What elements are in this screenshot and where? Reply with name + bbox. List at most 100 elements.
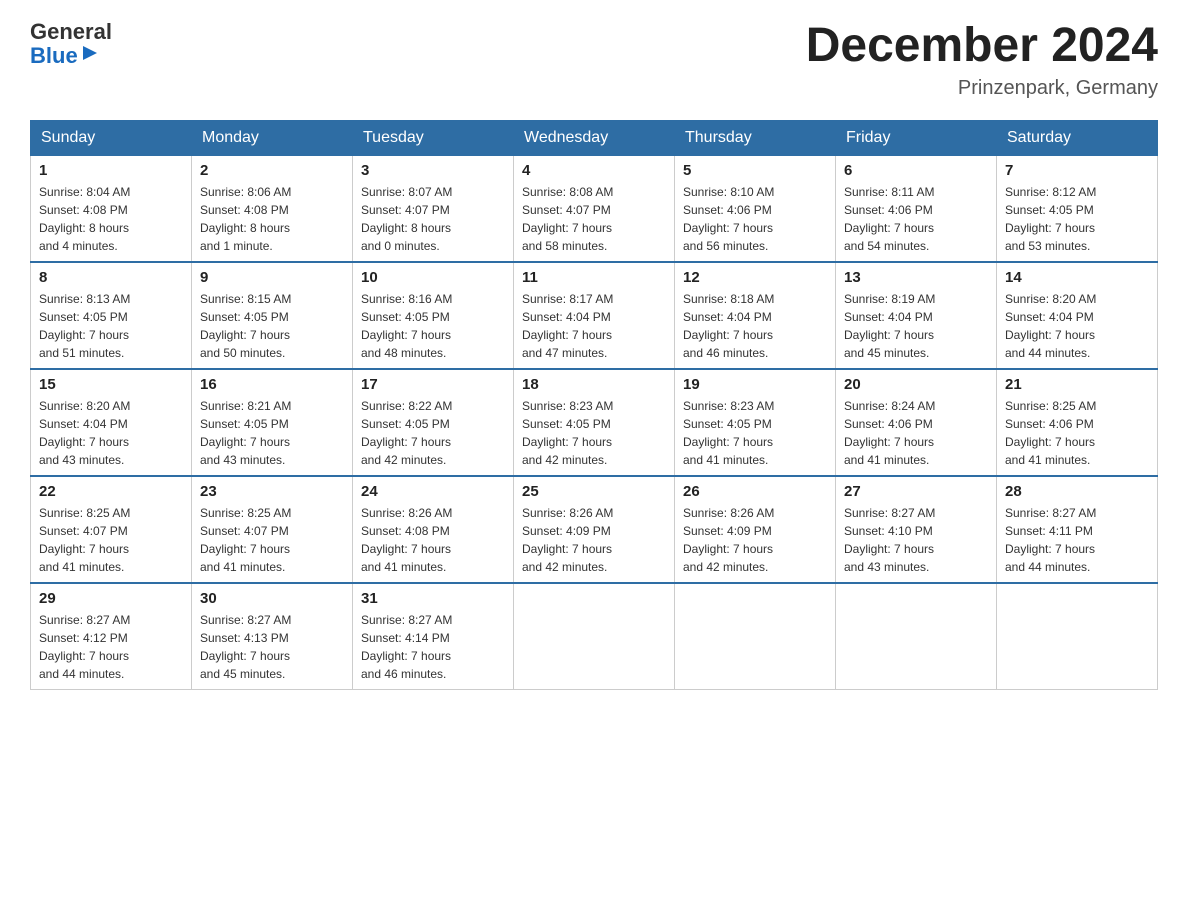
day-number: 30 <box>200 590 344 607</box>
day-info: Sunrise: 8:19 AMSunset: 4:04 PMDaylight:… <box>844 290 988 362</box>
table-row: 11 Sunrise: 8:17 AMSunset: 4:04 PMDaylig… <box>514 262 675 369</box>
day-info: Sunrise: 8:27 AMSunset: 4:10 PMDaylight:… <box>844 504 988 576</box>
table-row: 23 Sunrise: 8:25 AMSunset: 4:07 PMDaylig… <box>192 476 353 583</box>
table-row: 31 Sunrise: 8:27 AMSunset: 4:14 PMDaylig… <box>353 583 514 690</box>
col-friday: Friday <box>836 120 997 155</box>
table-row: 16 Sunrise: 8:21 AMSunset: 4:05 PMDaylig… <box>192 369 353 476</box>
table-row: 4 Sunrise: 8:08 AMSunset: 4:07 PMDayligh… <box>514 155 675 262</box>
table-row: 7 Sunrise: 8:12 AMSunset: 4:05 PMDayligh… <box>997 155 1158 262</box>
table-row: 30 Sunrise: 8:27 AMSunset: 4:13 PMDaylig… <box>192 583 353 690</box>
day-info: Sunrise: 8:16 AMSunset: 4:05 PMDaylight:… <box>361 290 505 362</box>
col-thursday: Thursday <box>675 120 836 155</box>
page-header: General Blue December 2024 Prinzenpark, … <box>30 20 1158 100</box>
title-section: December 2024 Prinzenpark, Germany <box>806 20 1158 100</box>
day-number: 15 <box>39 376 183 393</box>
table-row: 26 Sunrise: 8:26 AMSunset: 4:09 PMDaylig… <box>675 476 836 583</box>
table-row: 1 Sunrise: 8:04 AMSunset: 4:08 PMDayligh… <box>31 155 192 262</box>
day-info: Sunrise: 8:15 AMSunset: 4:05 PMDaylight:… <box>200 290 344 362</box>
table-row: 17 Sunrise: 8:22 AMSunset: 4:05 PMDaylig… <box>353 369 514 476</box>
day-number: 31 <box>361 590 505 607</box>
col-monday: Monday <box>192 120 353 155</box>
location: Prinzenpark, Germany <box>806 77 1158 100</box>
day-info: Sunrise: 8:27 AMSunset: 4:12 PMDaylight:… <box>39 611 183 683</box>
day-number: 13 <box>844 269 988 286</box>
day-info: Sunrise: 8:27 AMSunset: 4:14 PMDaylight:… <box>361 611 505 683</box>
day-number: 25 <box>522 483 666 500</box>
day-info: Sunrise: 8:07 AMSunset: 4:07 PMDaylight:… <box>361 183 505 255</box>
day-number: 6 <box>844 162 988 179</box>
day-info: Sunrise: 8:26 AMSunset: 4:09 PMDaylight:… <box>683 504 827 576</box>
table-row: 15 Sunrise: 8:20 AMSunset: 4:04 PMDaylig… <box>31 369 192 476</box>
day-number: 4 <box>522 162 666 179</box>
table-row <box>514 583 675 690</box>
table-row: 8 Sunrise: 8:13 AMSunset: 4:05 PMDayligh… <box>31 262 192 369</box>
table-row: 22 Sunrise: 8:25 AMSunset: 4:07 PMDaylig… <box>31 476 192 583</box>
day-number: 14 <box>1005 269 1149 286</box>
day-number: 24 <box>361 483 505 500</box>
logo-general: General <box>30 20 112 44</box>
table-row: 28 Sunrise: 8:27 AMSunset: 4:11 PMDaylig… <box>997 476 1158 583</box>
table-row: 20 Sunrise: 8:24 AMSunset: 4:06 PMDaylig… <box>836 369 997 476</box>
col-wednesday: Wednesday <box>514 120 675 155</box>
day-info: Sunrise: 8:23 AMSunset: 4:05 PMDaylight:… <box>522 397 666 469</box>
table-row: 27 Sunrise: 8:27 AMSunset: 4:10 PMDaylig… <box>836 476 997 583</box>
table-row: 6 Sunrise: 8:11 AMSunset: 4:06 PMDayligh… <box>836 155 997 262</box>
logo-blue: Blue <box>30 44 78 68</box>
table-row: 21 Sunrise: 8:25 AMSunset: 4:06 PMDaylig… <box>997 369 1158 476</box>
day-info: Sunrise: 8:25 AMSunset: 4:07 PMDaylight:… <box>39 504 183 576</box>
day-info: Sunrise: 8:24 AMSunset: 4:06 PMDaylight:… <box>844 397 988 469</box>
calendar-week-row: 15 Sunrise: 8:20 AMSunset: 4:04 PMDaylig… <box>31 369 1158 476</box>
day-info: Sunrise: 8:08 AMSunset: 4:07 PMDaylight:… <box>522 183 666 255</box>
table-row: 13 Sunrise: 8:19 AMSunset: 4:04 PMDaylig… <box>836 262 997 369</box>
day-number: 22 <box>39 483 183 500</box>
col-saturday: Saturday <box>997 120 1158 155</box>
day-number: 21 <box>1005 376 1149 393</box>
table-row <box>675 583 836 690</box>
day-number: 28 <box>1005 483 1149 500</box>
table-row: 10 Sunrise: 8:16 AMSunset: 4:05 PMDaylig… <box>353 262 514 369</box>
day-number: 10 <box>361 269 505 286</box>
day-number: 26 <box>683 483 827 500</box>
day-info: Sunrise: 8:13 AMSunset: 4:05 PMDaylight:… <box>39 290 183 362</box>
calendar-table: Sunday Monday Tuesday Wednesday Thursday… <box>30 120 1158 690</box>
day-number: 27 <box>844 483 988 500</box>
day-info: Sunrise: 8:25 AMSunset: 4:06 PMDaylight:… <box>1005 397 1149 469</box>
day-info: Sunrise: 8:04 AMSunset: 4:08 PMDaylight:… <box>39 183 183 255</box>
day-info: Sunrise: 8:23 AMSunset: 4:05 PMDaylight:… <box>683 397 827 469</box>
day-number: 5 <box>683 162 827 179</box>
day-number: 18 <box>522 376 666 393</box>
day-info: Sunrise: 8:10 AMSunset: 4:06 PMDaylight:… <box>683 183 827 255</box>
day-number: 17 <box>361 376 505 393</box>
day-info: Sunrise: 8:22 AMSunset: 4:05 PMDaylight:… <box>361 397 505 469</box>
day-number: 8 <box>39 269 183 286</box>
table-row: 5 Sunrise: 8:10 AMSunset: 4:06 PMDayligh… <box>675 155 836 262</box>
table-row: 9 Sunrise: 8:15 AMSunset: 4:05 PMDayligh… <box>192 262 353 369</box>
day-info: Sunrise: 8:26 AMSunset: 4:09 PMDaylight:… <box>522 504 666 576</box>
table-row: 12 Sunrise: 8:18 AMSunset: 4:04 PMDaylig… <box>675 262 836 369</box>
table-row <box>997 583 1158 690</box>
table-row: 18 Sunrise: 8:23 AMSunset: 4:05 PMDaylig… <box>514 369 675 476</box>
table-row: 2 Sunrise: 8:06 AMSunset: 4:08 PMDayligh… <box>192 155 353 262</box>
table-row: 3 Sunrise: 8:07 AMSunset: 4:07 PMDayligh… <box>353 155 514 262</box>
calendar-week-row: 8 Sunrise: 8:13 AMSunset: 4:05 PMDayligh… <box>31 262 1158 369</box>
logo-arrow-icon <box>81 44 99 62</box>
table-row: 29 Sunrise: 8:27 AMSunset: 4:12 PMDaylig… <box>31 583 192 690</box>
day-info: Sunrise: 8:20 AMSunset: 4:04 PMDaylight:… <box>1005 290 1149 362</box>
calendar-week-row: 29 Sunrise: 8:27 AMSunset: 4:12 PMDaylig… <box>31 583 1158 690</box>
day-info: Sunrise: 8:27 AMSunset: 4:13 PMDaylight:… <box>200 611 344 683</box>
day-number: 19 <box>683 376 827 393</box>
day-info: Sunrise: 8:27 AMSunset: 4:11 PMDaylight:… <box>1005 504 1149 576</box>
day-number: 16 <box>200 376 344 393</box>
day-number: 23 <box>200 483 344 500</box>
day-number: 9 <box>200 269 344 286</box>
day-info: Sunrise: 8:18 AMSunset: 4:04 PMDaylight:… <box>683 290 827 362</box>
table-row: 19 Sunrise: 8:23 AMSunset: 4:05 PMDaylig… <box>675 369 836 476</box>
col-tuesday: Tuesday <box>353 120 514 155</box>
day-number: 7 <box>1005 162 1149 179</box>
table-row: 14 Sunrise: 8:20 AMSunset: 4:04 PMDaylig… <box>997 262 1158 369</box>
day-info: Sunrise: 8:17 AMSunset: 4:04 PMDaylight:… <box>522 290 666 362</box>
day-number: 2 <box>200 162 344 179</box>
day-number: 20 <box>844 376 988 393</box>
day-info: Sunrise: 8:26 AMSunset: 4:08 PMDaylight:… <box>361 504 505 576</box>
logo: General Blue <box>30 20 112 69</box>
